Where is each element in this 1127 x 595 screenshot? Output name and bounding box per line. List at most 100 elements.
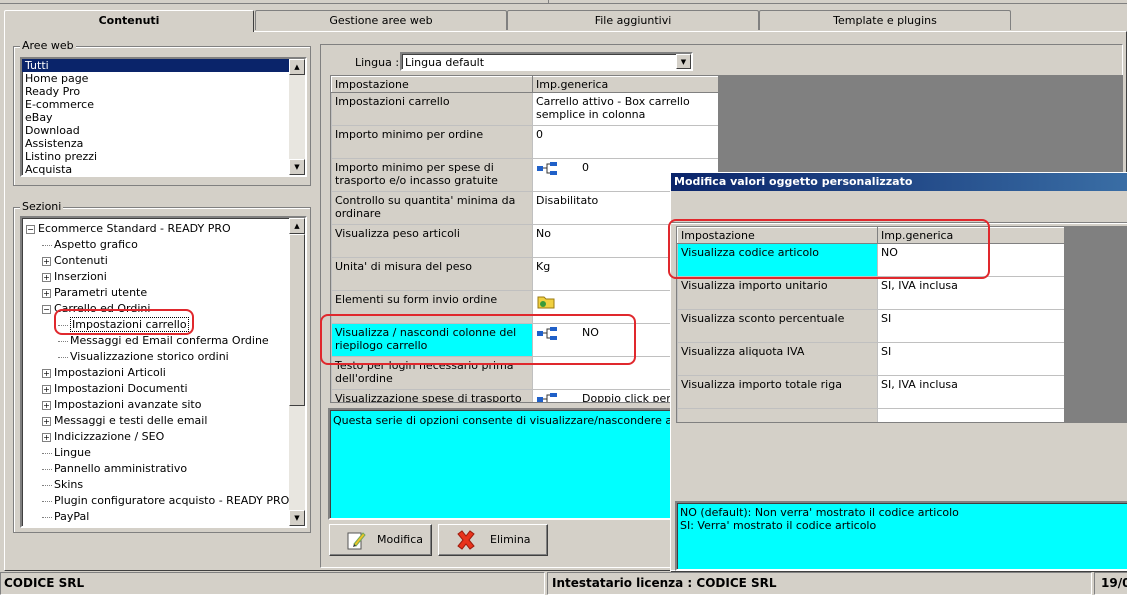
grid-cell-value[interactable]: 0 — [532, 125, 718, 159]
grid-row[interactable]: Impostazioni carrello Carrello attivo - B… — [331, 92, 718, 126]
sezioni-tree[interactable]: − Ecommerce Standard - READY PRO Aspetto g… — [20, 216, 307, 528]
dialog-grid-row[interactable]: Visualizza importo totale riga SI, IVA in… — [677, 375, 1064, 409]
dialog-grid-row[interactable]: Visualizza importo unitario SI, IVA inclu… — [677, 276, 1064, 310]
tree-connector — [42, 500, 52, 502]
aree-web-item[interactable]: Listino prezzi — [22, 150, 289, 163]
tab-gestione-aree-web[interactable]: Gestione aree web — [255, 10, 507, 30]
sezioni-scrollbar[interactable]: ▲ ▼ — [289, 218, 305, 526]
tree-node[interactable]: + Impostazioni Articoli — [42, 366, 166, 379]
settings-grid[interactable]: Impostazione Imp.generica Impostazioni c… — [330, 75, 719, 403]
tab-file-aggiuntivi[interactable]: File aggiuntivi — [507, 10, 759, 30]
dialog-grid-row[interactable]: Visualizza aliquota IVA SI — [677, 342, 1064, 376]
dialog-grid-row[interactable] — [677, 408, 1064, 422]
aree-web-item[interactable]: Download — [22, 124, 289, 137]
grid-row[interactable]: Visualizza / nascondi colonne del riepil… — [331, 323, 718, 357]
elimina-button[interactable]: Elimina — [438, 524, 548, 556]
tree-node-label: Visualizzazione storico ordini — [70, 350, 229, 363]
grid-row[interactable]: Importo minimo per spese di trasporto e/… — [331, 158, 718, 192]
dialog-grid-row[interactable]: Visualizza sconto percentuale SI — [677, 309, 1064, 343]
tree-node[interactable]: PayPal — [42, 510, 89, 523]
scroll-thumb[interactable] — [289, 234, 305, 406]
tree-node-label: Impostazioni carrello — [70, 317, 189, 332]
aree-web-list[interactable]: Tutti Home page Ready Pro E-commerce eBay Dow… — [20, 57, 307, 177]
tree-node[interactable]: + Impostazioni Documenti — [42, 382, 188, 395]
aree-web-item[interactable]: Ready Pro — [22, 85, 289, 98]
dialog-cell-value[interactable]: SI — [877, 342, 1064, 376]
dialog-cell-value[interactable] — [877, 408, 1064, 422]
dialog-col-header-impostazione[interactable]: Impostazione — [677, 227, 878, 244]
grid-row[interactable]: Visualizzazione spese di trasporto per Do… — [331, 389, 718, 402]
grid-row[interactable]: Controllo su quantita' minima da ordinar… — [331, 191, 718, 225]
expand-icon[interactable]: + — [42, 400, 51, 410]
tree-node[interactable]: Impostazioni carrello — [58, 317, 189, 332]
dialog-cell-value[interactable]: NO — [877, 243, 1064, 277]
tree-node[interactable]: Pannello amministrativo — [42, 462, 187, 475]
tree-node[interactable]: + Indicizzazione / SEO — [42, 430, 164, 443]
tree-node[interactable]: + Inserzioni — [42, 270, 107, 283]
aree-web-scrollbar[interactable]: ▲ ▼ — [289, 59, 305, 175]
dialog-grid[interactable]: Impostazione Imp.generica Visualizza cod… — [676, 226, 1065, 423]
col-header-imp-generica[interactable]: Imp.generica — [532, 76, 718, 93]
grid-row[interactable]: Visualizza peso articoli No — [331, 224, 718, 258]
aree-web-item[interactable]: Assistenza — [22, 137, 289, 150]
scroll-down-icon[interactable]: ▼ — [289, 510, 305, 526]
aree-web-legend: Aree web — [20, 39, 76, 52]
aree-web-item[interactable]: eBay — [22, 111, 289, 124]
scroll-up-icon[interactable]: ▲ — [289, 59, 305, 75]
tree-node[interactable]: Messaggi ed Email conferma Ordine — [58, 334, 269, 347]
expand-icon[interactable]: + — [42, 384, 51, 394]
tree-connector — [42, 244, 52, 246]
grid-row[interactable]: Testo per login necessario prima dell'or… — [331, 356, 718, 390]
tree-node[interactable]: Visualizzazione storico ordini — [58, 350, 229, 363]
scroll-up-icon[interactable]: ▲ — [289, 218, 305, 234]
tree-node[interactable]: − Ecommerce Standard - READY PRO — [26, 222, 231, 235]
lingua-select[interactable]: Lingua default ▼ — [400, 52, 693, 71]
tab-contenuti[interactable]: Contenuti — [4, 10, 254, 32]
dialog-grid-row[interactable]: Visualizza codice articolo NO — [677, 243, 1064, 277]
dialog-cell-value[interactable]: SI, IVA inclusa — [877, 276, 1064, 310]
tree-node[interactable]: − Carrello ed Ordini — [42, 302, 150, 315]
grid-row[interactable]: Elementi su form invio ordine — [331, 290, 718, 324]
expand-icon[interactable]: + — [42, 288, 51, 298]
modifica-button[interactable]: Modifica — [329, 524, 432, 556]
elimina-label: Elimina — [490, 533, 531, 546]
aree-web-rows: Tutti Home page Ready Pro E-commerce eBay Dow… — [22, 59, 289, 176]
chevron-down-icon[interactable]: ▼ — [676, 54, 691, 69]
col-header-impostazione[interactable]: Impostazione — [331, 76, 533, 93]
collapse-icon[interactable]: − — [26, 224, 35, 234]
tree-node-label: Aspetto grafico — [54, 238, 138, 251]
tree-node[interactable]: Plugin configuratore acquisto - READY PR… — [42, 494, 289, 507]
collapse-icon[interactable]: − — [42, 304, 51, 314]
aree-web-item[interactable]: E-commerce — [22, 98, 289, 111]
expand-icon[interactable]: + — [42, 256, 51, 266]
grid-row[interactable]: Importo minimo per ordine 0 — [331, 125, 718, 159]
scroll-down-icon[interactable]: ▼ — [289, 159, 305, 175]
tree-connector — [58, 340, 68, 342]
tree-node-label: Impostazioni Articoli — [54, 366, 166, 379]
tree-node[interactable]: Skins — [42, 478, 83, 491]
grid-cell-value-text: Carrello attivo - Box carrello semplice … — [536, 95, 690, 121]
dialog-cell-value[interactable]: SI — [877, 309, 1064, 343]
dialog-col-header-imp-generica[interactable]: Imp.generica — [877, 227, 1064, 244]
dialog-cell-value[interactable]: SI, IVA inclusa — [877, 375, 1064, 409]
expand-icon[interactable]: + — [42, 368, 51, 378]
dialog-cell-name: Visualizza importo totale riga — [677, 375, 878, 409]
expand-icon[interactable]: + — [42, 432, 51, 442]
tree-node[interactable]: + Contenuti — [42, 254, 108, 267]
aree-web-item[interactable]: Home page — [22, 72, 289, 85]
tree-node[interactable]: Aspetto grafico — [42, 238, 138, 251]
aree-web-item[interactable]: Tutti — [22, 59, 289, 72]
grid-cell-value[interactable]: Carrello attivo - Box carrello semplice … — [532, 92, 718, 126]
tree-node[interactable]: + Parametri utente — [42, 286, 147, 299]
tree-connector — [58, 324, 68, 326]
expand-icon[interactable]: + — [42, 272, 51, 282]
grid-row[interactable]: Unita' di misura del peso Kg — [331, 257, 718, 291]
tree-node[interactable]: + Messaggi e testi delle email — [42, 414, 207, 427]
tab-template-plugins[interactable]: Template e plugins — [759, 10, 1011, 30]
tree-node[interactable]: Lingue — [42, 446, 91, 459]
expand-icon[interactable]: + — [42, 416, 51, 426]
tree-node[interactable]: + Impostazioni avanzate sito — [42, 398, 201, 411]
tree-node-label: Parametri utente — [54, 286, 148, 299]
dialog-titlebar[interactable]: Modifica valori oggetto personalizzato — [671, 173, 1127, 191]
aree-web-item[interactable]: Acquista — [22, 163, 289, 176]
